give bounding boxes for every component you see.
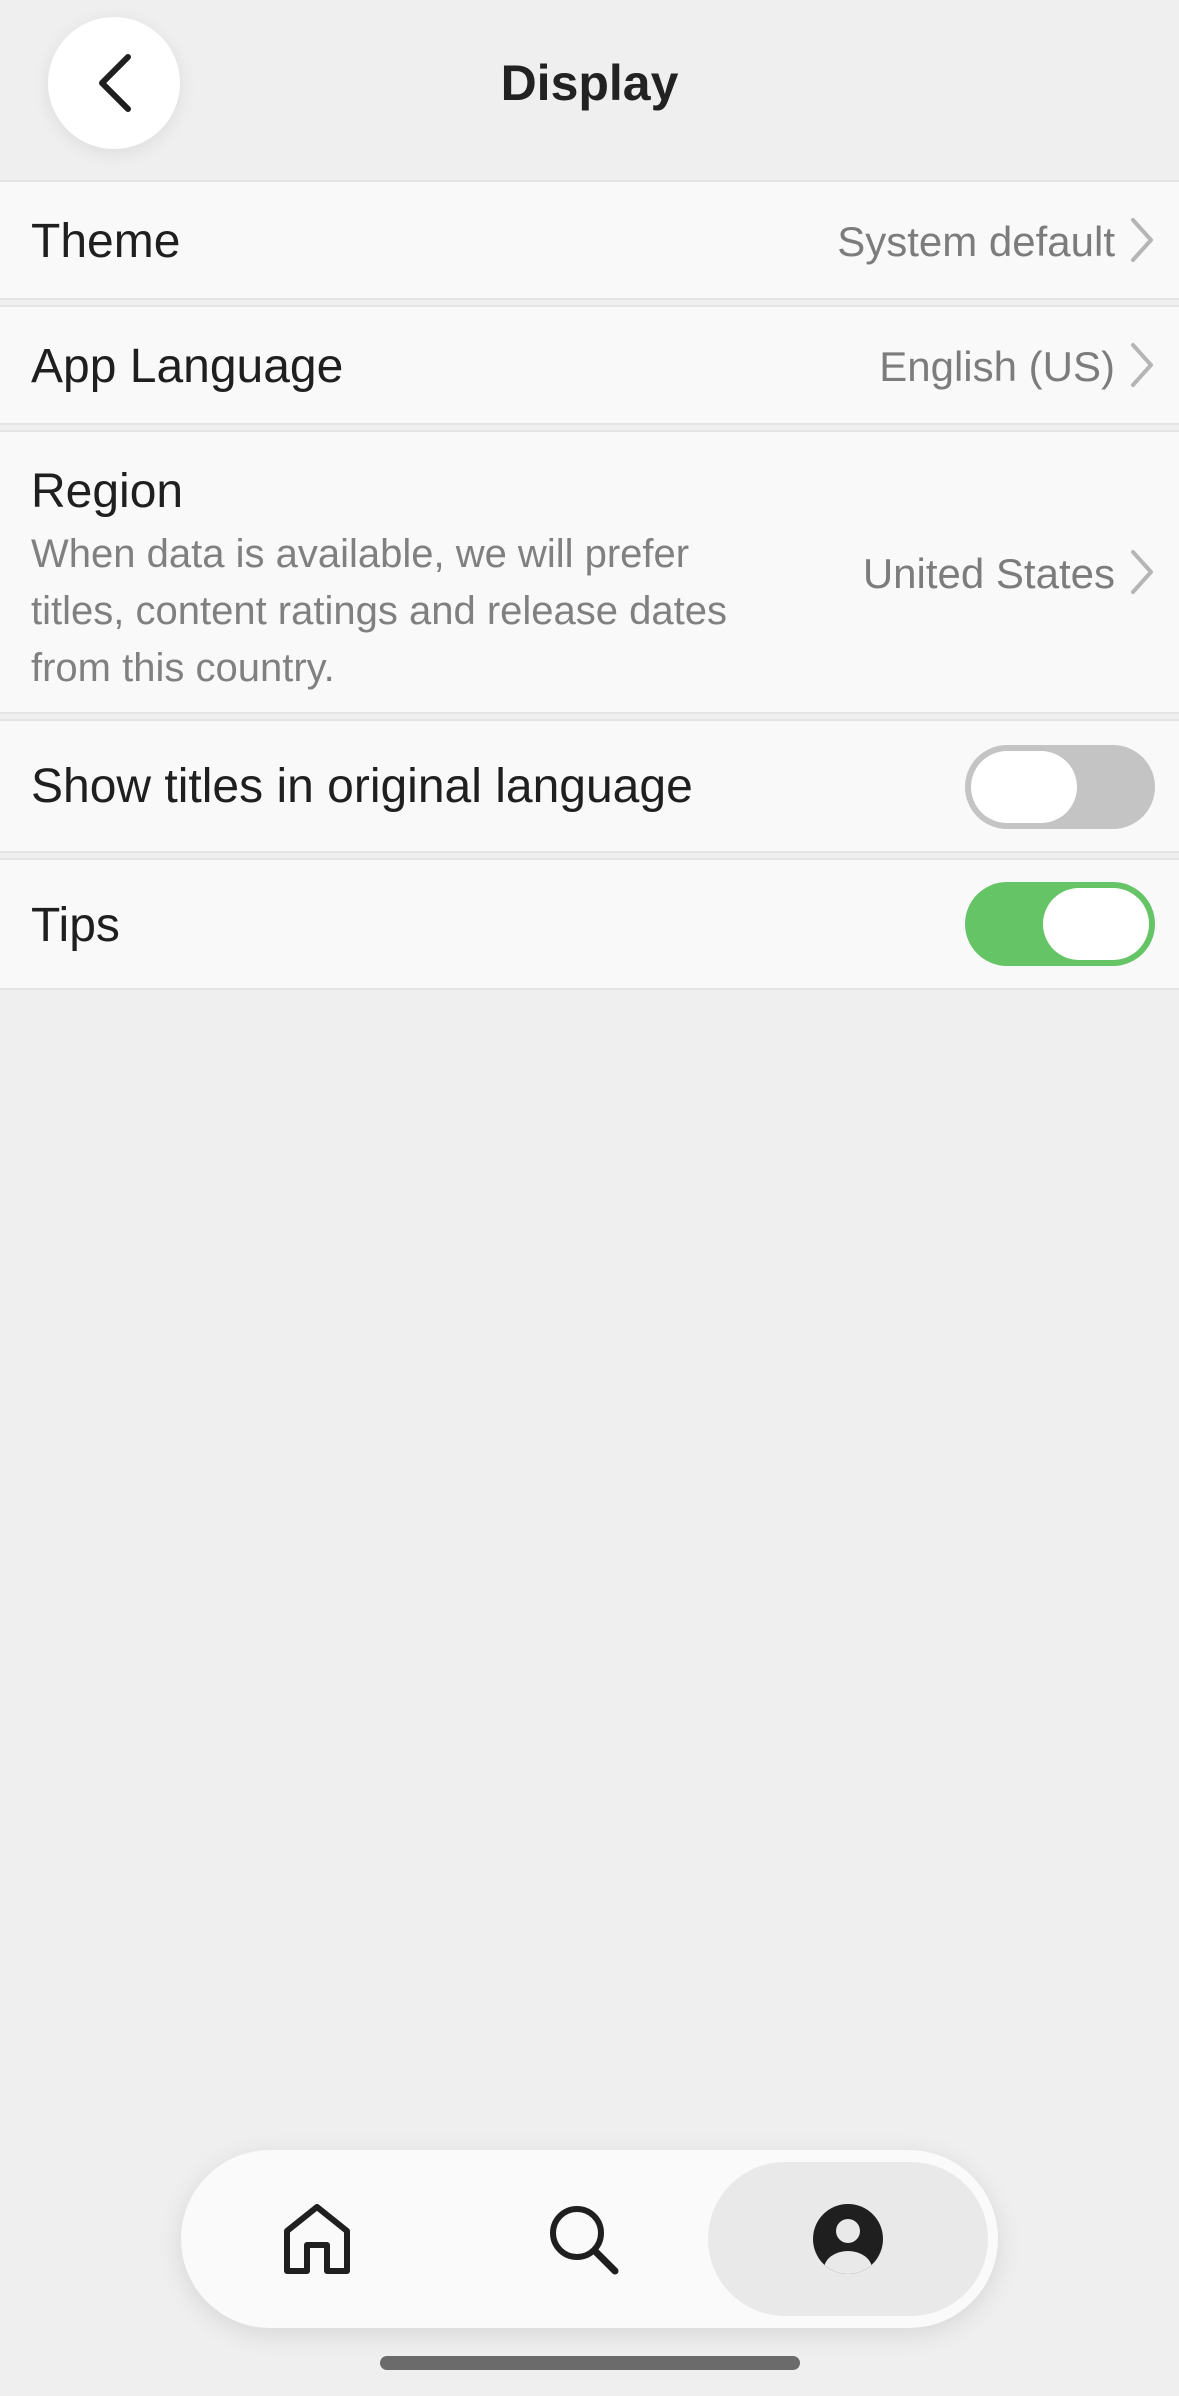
original-titles-row: Show titles in original language [0,719,1179,853]
app-language-label: App Language [31,340,344,393]
chevron-right-icon [1131,550,1153,594]
search-icon [550,2206,619,2275]
tab-search[interactable] [507,2162,659,2316]
tab-profile[interactable] [708,2162,988,2316]
display-settings-screen: Display Theme System default App Languag… [0,0,1179,2396]
original-titles-label: Show titles in original language [31,760,693,813]
region-value: United States [862,550,1115,597]
original-titles-toggle[interactable] [965,745,1155,829]
profile-icon [813,2204,883,2274]
chevron-right-icon [1131,343,1153,387]
settings-list: Theme System default App Language Englis… [0,180,1179,995]
toggle-knob [1043,888,1149,960]
app-language-value: English (US) [879,343,1115,390]
home-indicator [380,2356,800,2370]
bottom-tab-bar [181,2150,998,2328]
theme-label: Theme [31,215,181,268]
tab-home[interactable] [241,2162,393,2316]
app-language-row[interactable]: App Language English (US) [0,305,1179,425]
tips-row: Tips [0,858,1179,990]
theme-row[interactable]: Theme System default [0,180,1179,300]
tips-label: Tips [31,899,120,952]
region-description: When data is available, we will prefer t… [31,532,727,690]
region-label: Region [31,465,184,518]
home-icon [284,2204,350,2274]
theme-value: System default [837,218,1115,265]
region-row[interactable]: Region When data is available, we will p… [0,430,1179,714]
page-title: Display [500,55,679,111]
header: Display [0,0,1179,180]
tips-toggle[interactable] [965,882,1155,966]
toggle-knob [971,751,1077,823]
chevron-right-icon [1131,218,1153,262]
